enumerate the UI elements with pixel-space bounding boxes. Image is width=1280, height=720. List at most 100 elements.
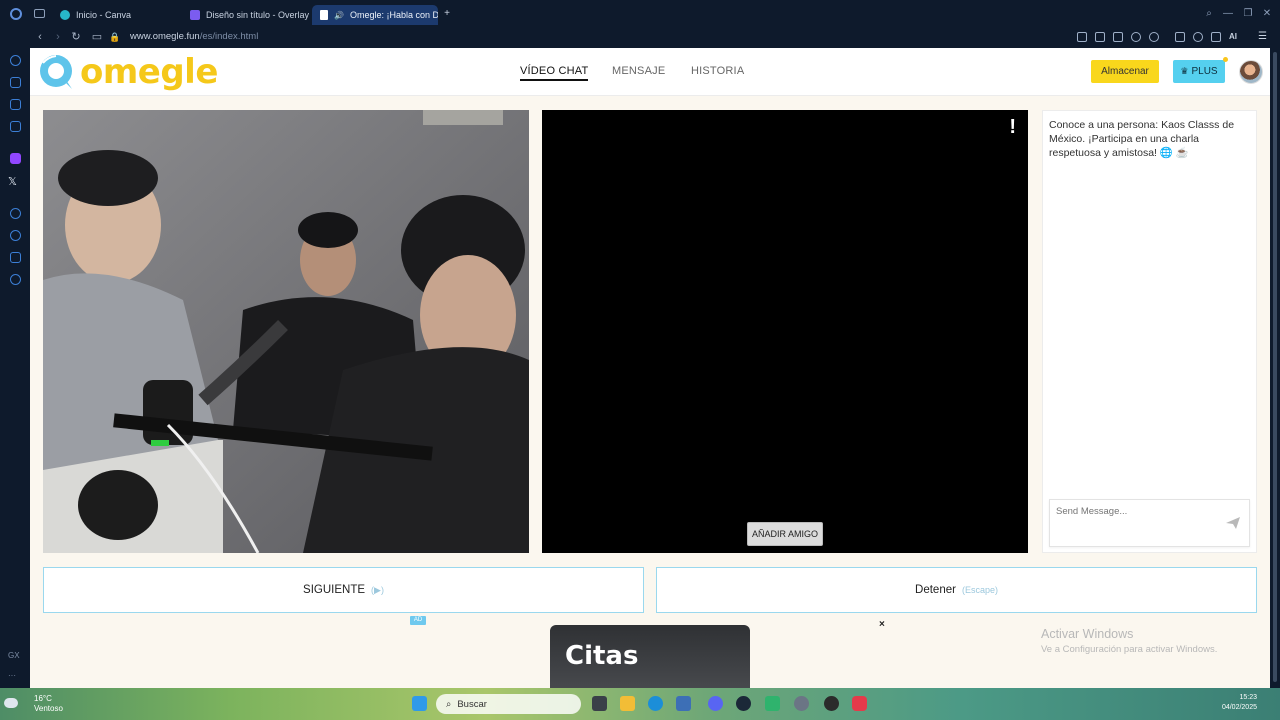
bookmark-icon[interactable] — [1077, 32, 1087, 42]
report-button[interactable]: ! — [1009, 116, 1016, 139]
almacenar-button[interactable]: Almacenar — [1091, 60, 1159, 83]
close-window-button[interactable]: ✕ — [1261, 8, 1273, 20]
plus-label: PLUS — [1191, 66, 1218, 77]
history-icon[interactable] — [10, 230, 21, 241]
extensions-icon[interactable] — [1175, 32, 1185, 42]
tab-canva[interactable]: Inicio - Canva — [52, 5, 180, 25]
scrollbar-thumb[interactable] — [1273, 52, 1277, 682]
settings-gear-icon[interactable] — [794, 696, 809, 711]
plus-button[interactable]: ♛ PLUS — [1173, 60, 1225, 83]
x-icon[interactable]: 𝕏 — [8, 175, 17, 188]
back-icon[interactable]: ‹ — [33, 30, 47, 44]
stop-button[interactable]: Detener (Escape) — [656, 567, 1257, 613]
forward-icon[interactable]: › — [51, 30, 65, 44]
omegle-page: omegle VÍDEO CHAT MENSAJE HISTORIA Almac… — [30, 48, 1270, 688]
sidebar-extensions-icon[interactable] — [10, 252, 21, 263]
gx-label[interactable]: GX — [8, 651, 20, 660]
add-friend-button[interactable]: AÑADIR AMIGO — [747, 522, 823, 546]
opera-gx-icon[interactable] — [852, 696, 867, 711]
taskbar-search[interactable]: ⌕ Buscar — [436, 694, 581, 714]
page-scrollbar[interactable] — [1270, 48, 1280, 688]
local-video — [43, 110, 529, 553]
ai-icon[interactable]: AI — [1229, 32, 1245, 42]
crown-icon: ♛ — [1180, 66, 1189, 76]
sidebar-player-icon[interactable] — [10, 208, 21, 219]
file-explorer-icon[interactable] — [620, 696, 635, 711]
weather-widget[interactable]: 16°C Ventoso — [4, 694, 63, 714]
task-view-icon[interactable] — [592, 696, 607, 711]
twitch-icon[interactable] — [10, 153, 21, 164]
browser-sidebar: 𝕏 GX ··· — [0, 48, 30, 688]
new-tab-button[interactable]: + — [441, 8, 453, 20]
next-button[interactable]: SIGUIENTE (▶) — [43, 567, 644, 613]
settings-icon[interactable] — [10, 274, 21, 285]
opera-logo-icon[interactable] — [10, 8, 22, 20]
tab-label: Omegle: ¡Habla con De — [349, 10, 438, 20]
page-icon — [320, 10, 328, 20]
canva-icon — [60, 10, 70, 20]
speaker-icon[interactable]: 🔊 — [334, 11, 344, 20]
watermark-subtitle: Ve a Configuración para activar Windows. — [1041, 644, 1218, 655]
menu-icon[interactable]: ☰ — [1258, 32, 1268, 42]
tab-omegle[interactable]: 🔊 Omegle: ¡Habla con De — [312, 5, 438, 25]
tab-label: Inicio - Canva — [76, 10, 132, 20]
heart-icon[interactable] — [1149, 32, 1159, 42]
lock-icon: 🔒 — [109, 32, 121, 42]
chat-message: Conoce a una persona: Kaos Classs de Méx… — [1049, 119, 1235, 159]
browser-tab-bar: Inicio - Canva Diseño sin título - Overl… — [0, 0, 1280, 28]
shield-icon[interactable] — [1113, 32, 1123, 42]
play-icon[interactable] — [1131, 32, 1141, 42]
search-icon: ⌕ — [446, 698, 452, 710]
notification-dot — [1223, 57, 1228, 62]
site-header: omegle VÍDEO CHAT MENSAJE HISTORIA Almac… — [30, 48, 1270, 96]
maximize-button[interactable]: ❐ — [1242, 8, 1254, 20]
windows-activation-watermark: Activar Windows Ve a Configuración para … — [1041, 627, 1217, 655]
search-tabs-icon[interactable]: ⌕ — [1203, 8, 1215, 20]
ad-title: Citas — [565, 641, 639, 671]
ad-close-icon[interactable]: × — [879, 619, 885, 630]
download-icon[interactable] — [1211, 32, 1221, 42]
edge-icon[interactable] — [648, 696, 663, 711]
weather-temp: 16°C — [34, 694, 52, 703]
avatar[interactable] — [1239, 60, 1263, 84]
nav-historia[interactable]: HISTORIA — [691, 65, 744, 77]
webcam-image — [43, 110, 529, 553]
chat-input-box[interactable] — [1049, 499, 1250, 547]
clock-date: 04/02/2025 — [1221, 704, 1257, 711]
tab-overlay[interactable]: Diseño sin título - Overlay — [182, 5, 310, 25]
more-icon[interactable]: ··· — [8, 671, 16, 680]
omegle-logo-icon — [38, 53, 76, 91]
search-label: Buscar — [457, 698, 487, 710]
nav-mensaje[interactable]: MENSAJE — [612, 65, 665, 77]
url-field[interactable]: www.omegle.fun/es/index.html — [130, 31, 258, 42]
camera-icon[interactable]: ▭ — [90, 30, 104, 44]
tab-label: Diseño sin título - Overlay — [206, 10, 310, 20]
next-hint: (▶) — [371, 584, 384, 595]
nav-video-chat[interactable]: VÍDEO CHAT — [520, 65, 589, 81]
app-icon[interactable] — [765, 696, 780, 711]
canva-design-icon — [190, 10, 200, 20]
ad-banner[interactable]: Citas — [550, 625, 750, 688]
omegle-logo[interactable]: omegle — [38, 52, 218, 92]
sidebar-refresh-icon[interactable] — [10, 55, 21, 66]
reload-icon[interactable]: ↻ — [69, 30, 83, 44]
send-icon[interactable] — [1226, 517, 1240, 529]
account-icon[interactable] — [1193, 32, 1203, 42]
snapshot-icon[interactable] — [1095, 32, 1105, 42]
tab-overview-icon[interactable] — [34, 9, 45, 18]
stop-hint: (Escape) — [961, 585, 998, 595]
weather-condition: Ventoso — [34, 704, 63, 713]
minimize-button[interactable]: — — [1222, 8, 1234, 20]
watermark-title: Activar Windows — [1041, 627, 1134, 641]
start-icon[interactable] — [412, 696, 427, 711]
sidebar-chat-icon[interactable] — [10, 99, 21, 110]
taskbar-clock[interactable]: 15:23 04/02/2025 — [1222, 693, 1257, 713]
obs-icon[interactable] — [824, 696, 839, 711]
message-input[interactable] — [1056, 506, 1216, 517]
discord-icon[interactable] — [708, 696, 723, 711]
steam-icon[interactable] — [736, 696, 751, 711]
sidebar-bag-icon[interactable] — [10, 77, 21, 88]
next-label: SIGUIENTE — [303, 584, 366, 596]
sidebar-mail-icon[interactable] — [10, 121, 21, 132]
store-icon[interactable] — [676, 696, 691, 711]
